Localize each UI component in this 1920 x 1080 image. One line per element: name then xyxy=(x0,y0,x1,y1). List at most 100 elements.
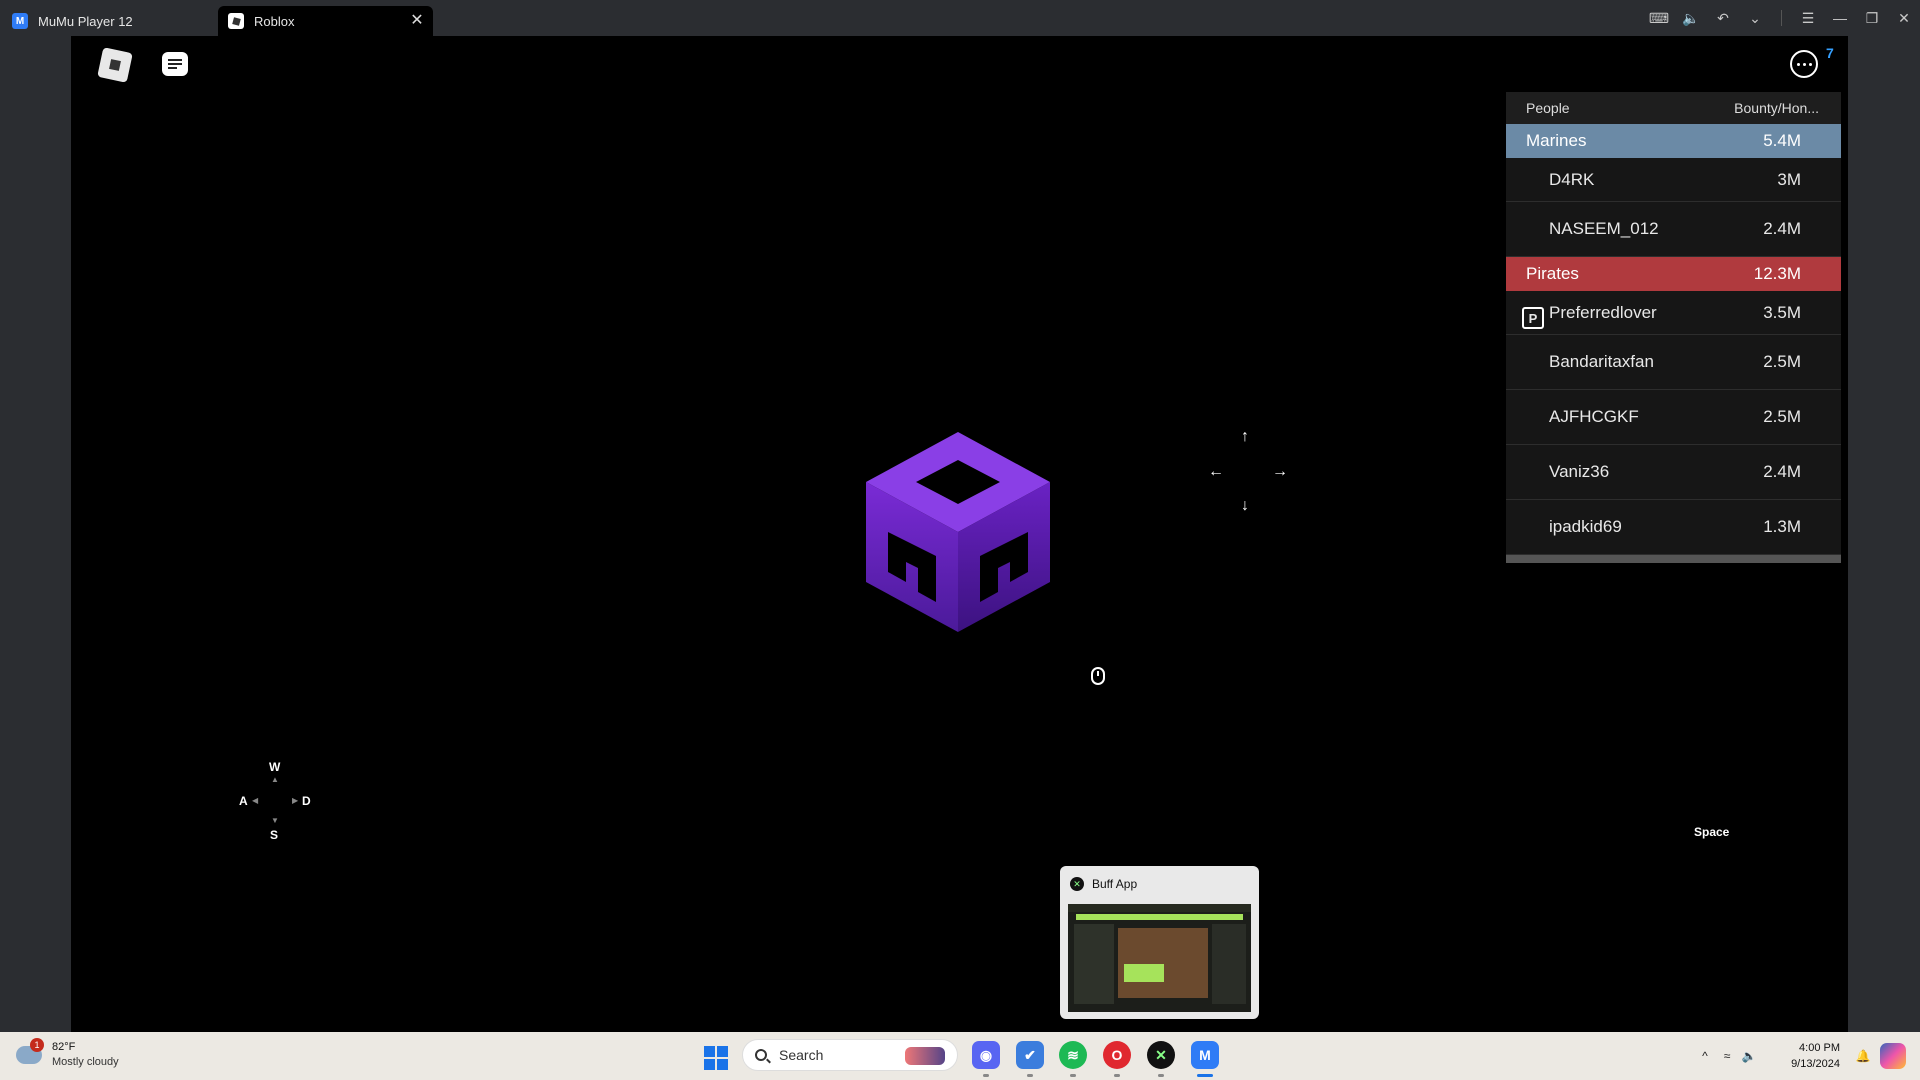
tab-roblox[interactable]: Roblox ✕ xyxy=(218,6,433,36)
triangle-left-icon: ◀ xyxy=(252,796,259,805)
emulator-left-margin xyxy=(0,36,71,1032)
people-column-header: People xyxy=(1526,100,1570,116)
discord-icon[interactable]: ◉ xyxy=(972,1041,1000,1069)
close-tab-icon[interactable]: ✕ xyxy=(409,13,425,29)
app-indicator xyxy=(1158,1074,1164,1077)
window-titlebar: M MuMu Player 12 Roblox ✕ ⌨ 🔈 ↶ ⌄ ☰ — ❐ … xyxy=(0,0,1920,36)
player-row[interactable]: P Preferredlover 3.5M xyxy=(1506,291,1841,335)
search-highlight-icon xyxy=(905,1047,945,1065)
bell-icon[interactable]: 🔔 xyxy=(1852,1032,1874,1080)
close-window-icon[interactable]: ✕ xyxy=(1888,0,1920,36)
team-name: Pirates xyxy=(1526,264,1579,283)
emulator-right-margin xyxy=(1848,36,1920,1032)
menu-icon[interactable]: ☰ xyxy=(1792,0,1824,36)
leaderboard-header: People Bounty/Hon... xyxy=(1506,92,1841,124)
player-name: D4RK xyxy=(1549,169,1595,189)
mumu-icon[interactable]: M xyxy=(1191,1041,1219,1069)
clock[interactable]: 4:00 PM 9/13/2024 xyxy=(1760,1040,1840,1072)
arrow-left-icon[interactable]: ← xyxy=(1208,463,1224,481)
clock-time: 4:00 PM xyxy=(1799,1042,1840,1054)
team-total: 5.4M xyxy=(1763,131,1801,150)
weather-widget[interactable]: 1 82°F Mostly cloudy xyxy=(16,1038,119,1070)
player-name: Bandaritaxfan xyxy=(1549,352,1654,371)
player-row[interactable]: D4RK 3M xyxy=(1506,158,1841,202)
app-indicator xyxy=(1070,1074,1076,1077)
keyboard-icon[interactable]: ⌨ xyxy=(1643,0,1675,36)
mumu-icon: M xyxy=(12,13,28,29)
app-indicator xyxy=(1027,1074,1033,1077)
taskbar: 1 82°F Mostly cloudy Search ◉ ✔ ≋ O ✕ M … xyxy=(0,1032,1920,1080)
player-name: Vaniz36 xyxy=(1549,462,1610,481)
weather-desc: Mostly cloudy xyxy=(52,1056,119,1068)
player-value: 2.4M xyxy=(1763,462,1801,481)
triangle-down-icon: ▼ xyxy=(271,816,279,825)
team-row-marines[interactable]: Marines 5.4M xyxy=(1506,124,1841,158)
player-value: 2.5M xyxy=(1763,352,1801,371)
player-value: 3.5M xyxy=(1763,302,1801,322)
speaker-icon[interactable]: 🔈 xyxy=(1738,1032,1760,1080)
player-value: 2.5M xyxy=(1763,407,1801,426)
game-logo-cube xyxy=(866,432,1050,632)
wifi-icon[interactable]: ≈ xyxy=(1716,1032,1738,1080)
tab-mumu-player[interactable]: M MuMu Player 12 xyxy=(10,6,215,36)
bounty-column-header: Bounty/Hon... xyxy=(1734,100,1819,116)
key-a[interactable]: A xyxy=(239,794,248,808)
cloud-icon: 1 xyxy=(16,1038,44,1064)
search-placeholder: Search xyxy=(779,1047,824,1063)
arrow-down-icon[interactable]: ↓ xyxy=(1241,497,1249,515)
chevron-down-icon[interactable]: ⌄ xyxy=(1739,0,1771,36)
search-icon xyxy=(755,1049,767,1061)
player-value: 2.4M xyxy=(1763,219,1801,238)
start-button[interactable] xyxy=(704,1046,728,1070)
spotify-icon[interactable]: ≋ xyxy=(1059,1041,1087,1069)
team-row-pirates[interactable]: Pirates 12.3M xyxy=(1506,257,1841,291)
triangle-right-icon: ▶ xyxy=(292,796,299,805)
team-name: Marines xyxy=(1526,131,1587,150)
leaderboard-scrollbar[interactable] xyxy=(1506,555,1841,563)
triangle-up-icon: ▲ xyxy=(271,775,279,784)
volume-icon[interactable]: 🔈 xyxy=(1675,0,1707,36)
player-name: ipadkid69 xyxy=(1549,517,1622,536)
weather-badge: 1 xyxy=(30,1038,44,1052)
copilot-icon[interactable] xyxy=(1880,1043,1906,1069)
buff-icon[interactable]: ✕ xyxy=(1147,1041,1175,1069)
weather-temp: 82°F xyxy=(52,1041,76,1053)
key-space[interactable]: Space xyxy=(1694,825,1729,839)
arrow-up-icon[interactable]: ↑ xyxy=(1241,428,1249,446)
player-row[interactable]: AJFHCGKF 2.5M xyxy=(1506,390,1841,445)
chat-icon[interactable] xyxy=(162,52,188,76)
arrow-right-icon[interactable]: → xyxy=(1272,463,1288,481)
player-row[interactable]: NASEEM_012 2.4M xyxy=(1506,202,1841,257)
player-name: Preferredlover xyxy=(1549,302,1657,322)
leaderboard: People Bounty/Hon... Marines 5.4M D4RK 3… xyxy=(1506,92,1841,563)
player-name: AJFHCGKF xyxy=(1549,407,1639,426)
key-d[interactable]: D xyxy=(302,794,311,808)
buff-icon: ✕ xyxy=(1070,877,1084,891)
roblox-menu-icon[interactable] xyxy=(97,47,133,83)
opera-icon[interactable]: O xyxy=(1103,1041,1131,1069)
minimize-icon[interactable]: — xyxy=(1824,0,1856,36)
app-indicator-active xyxy=(1197,1074,1213,1077)
chevron-up-icon[interactable]: ^ xyxy=(1694,1032,1716,1080)
premium-icon: P xyxy=(1522,307,1544,329)
player-name: NASEEM_012 xyxy=(1549,219,1659,238)
tab-label: MuMu Player 12 xyxy=(38,13,133,29)
buff-app-preview[interactable]: ✕ Buff App xyxy=(1060,866,1259,1019)
player-row[interactable]: ipadkid69 1.3M xyxy=(1506,500,1841,555)
back-icon[interactable]: ↶ xyxy=(1707,0,1739,36)
key-s[interactable]: S xyxy=(270,828,278,842)
player-row[interactable]: Vaniz36 2.4M xyxy=(1506,445,1841,500)
clock-date: 9/13/2024 xyxy=(1791,1058,1840,1070)
search-box[interactable]: Search xyxy=(742,1039,958,1071)
preview-thumbnail[interactable] xyxy=(1068,904,1251,1012)
more-options-icon[interactable] xyxy=(1790,50,1818,78)
restore-icon[interactable]: ❐ xyxy=(1856,0,1888,36)
player-row[interactable]: Bandaritaxfan 2.5M xyxy=(1506,335,1841,390)
notification-count: 7 xyxy=(1826,45,1834,61)
player-value: 3M xyxy=(1777,169,1801,189)
toolbar-icons: ⌨ 🔈 ↶ ⌄ ☰ — ❐ ✕ xyxy=(1643,0,1920,36)
mouse-icon xyxy=(1091,667,1105,685)
vpn-icon[interactable]: ✔ xyxy=(1016,1041,1044,1069)
key-w[interactable]: W xyxy=(269,760,280,774)
player-value: 1.3M xyxy=(1763,517,1801,536)
